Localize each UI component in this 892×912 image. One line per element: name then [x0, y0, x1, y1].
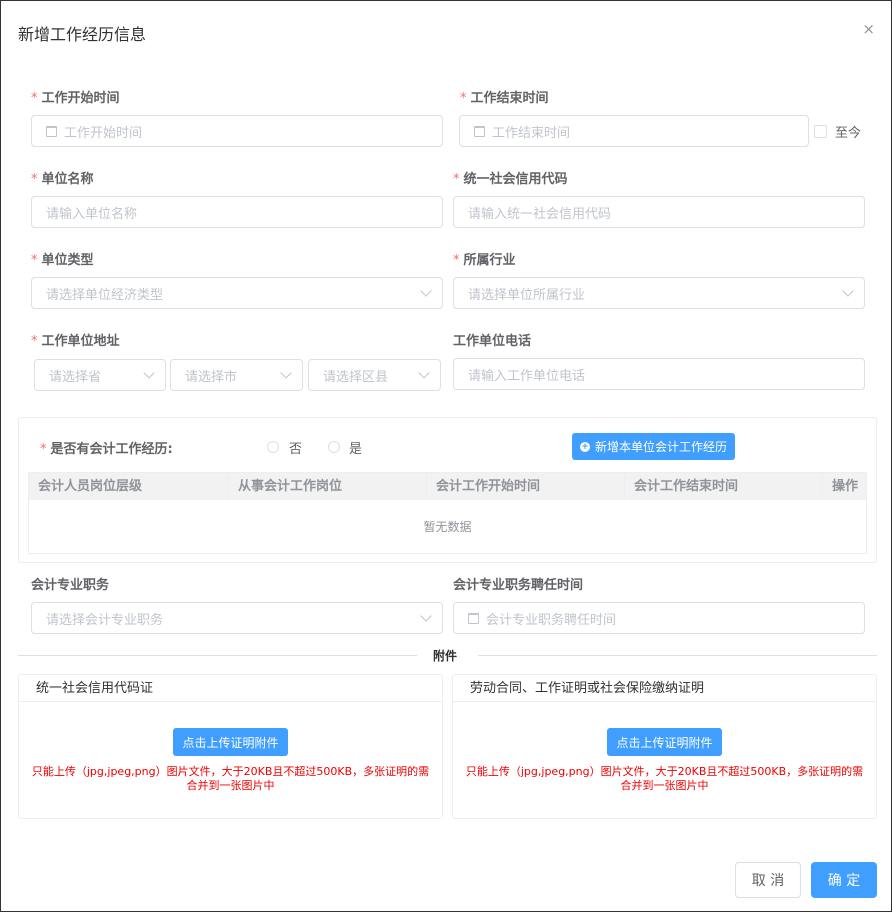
radio-no[interactable]: [267, 441, 279, 453]
column-header: 会计人员岗位层级: [29, 473, 229, 500]
dialog-title: 新增工作经历信息: [18, 25, 147, 44]
attachment-card-labor: 劳动合同、工作证明或社会保险缴纳证明 点击上传证明附件 只能上传（jpg,jpe…: [452, 674, 877, 819]
title-time-input[interactable]: 会计专业职务聘任时间: [453, 602, 865, 634]
upload-button[interactable]: 点击上传证明附件: [607, 728, 722, 756]
chevron-down-icon: [420, 610, 432, 622]
credit-code-input[interactable]: 请输入统一社会信用代码: [453, 196, 865, 228]
empty-text: 暂无数据: [423, 520, 472, 534]
chevron-down-icon: [280, 367, 292, 379]
city-select[interactable]: 请选择市: [170, 359, 303, 391]
start-time-label: * 工作开始时间: [31, 91, 120, 106]
column-header: 会计工作结束时间: [625, 473, 823, 500]
phone-label: 工作单位电话: [453, 334, 532, 349]
accounting-table: 会计人员岗位层级 从事会计工作岗位 会计工作开始时间 会计工作结束时间 操作 暂…: [28, 472, 867, 554]
attachment-card-credit: 统一社会信用代码证 点击上传证明附件 只能上传（jpg,jpeg,png）图片文…: [18, 674, 443, 819]
chevron-down-icon: [420, 285, 432, 297]
confirm-button[interactable]: 确 定: [811, 862, 877, 898]
column-header: 会计工作开始时间: [427, 473, 625, 500]
district-select[interactable]: 请选择区县: [308, 359, 441, 391]
card-title: 劳动合同、工作证明或社会保险缴纳证明: [453, 675, 876, 702]
title-pro-select[interactable]: 请选择会计专业职务: [31, 602, 443, 634]
column-header: 操作: [832, 479, 859, 494]
industry-label: * 所属行业: [453, 253, 516, 268]
calendar-icon: [474, 125, 485, 137]
start-time-input[interactable]: 工作开始时间: [31, 115, 443, 147]
phone-input[interactable]: 请输入工作单位电话: [453, 358, 865, 390]
accounting-label: * 是否有会计工作经历:: [40, 442, 173, 457]
end-time-label: * 工作结束时间: [460, 91, 549, 106]
radio-no-label: 否: [289, 442, 303, 457]
plus-circle-icon: +: [579, 441, 590, 452]
radio-yes[interactable]: [328, 441, 340, 453]
divider-line: [18, 655, 417, 656]
calendar-icon: [46, 125, 57, 137]
upload-tip: 只能上传（jpg,jpeg,png）图片文件，大于20KB且不超过500KB，多…: [31, 765, 430, 792]
province-select[interactable]: 请选择省: [34, 359, 166, 391]
calendar-icon: [468, 612, 479, 624]
dialog: 新增工作经历信息 × * 工作开始时间 工作开始时间 * 工作结束时间 工作结束时间…: [0, 0, 892, 912]
attachments-divider: 附件: [433, 649, 458, 663]
title-pro-label: 会计专业职务: [31, 578, 110, 593]
address-label: * 工作单位地址: [31, 334, 120, 349]
org-type-label: * 单位类型: [31, 253, 94, 268]
add-accounting-button[interactable]: + 新增本单位会计工作经历: [572, 433, 735, 460]
cancel-button[interactable]: 取 消: [735, 862, 801, 898]
org-type-select[interactable]: 请选择单位经济类型: [31, 277, 443, 309]
org-name-label: * 单位名称: [31, 172, 94, 187]
credit-code-label: * 统一社会信用代码: [453, 172, 568, 187]
close-icon[interactable]: ×: [862, 21, 875, 37]
org-name-input[interactable]: 请输入单位名称: [31, 196, 443, 228]
radio-yes-label: 是: [349, 442, 363, 457]
divider-line: [478, 655, 877, 656]
chevron-down-icon: [143, 367, 155, 379]
table-header: 会计人员岗位层级 从事会计工作岗位 会计工作开始时间 会计工作结束时间 操作: [29, 473, 866, 500]
industry-select[interactable]: 请选择单位所属行业: [453, 277, 865, 309]
until-now-checkbox[interactable]: [814, 125, 827, 138]
title-time-label: 会计专业职务聘任时间: [453, 578, 584, 593]
column-header: 从事会计工作岗位: [229, 473, 427, 500]
upload-button[interactable]: 点击上传证明附件: [173, 728, 288, 756]
chevron-down-icon: [842, 285, 854, 297]
end-time-input[interactable]: 工作结束时间: [459, 115, 809, 147]
chevron-down-icon: [418, 367, 430, 379]
upload-tip: 只能上传（jpg,jpeg,png）图片文件，大于20KB且不超过500KB，多…: [465, 765, 864, 792]
card-title: 统一社会信用代码证: [19, 675, 442, 702]
until-now-label: 至今: [835, 126, 862, 141]
